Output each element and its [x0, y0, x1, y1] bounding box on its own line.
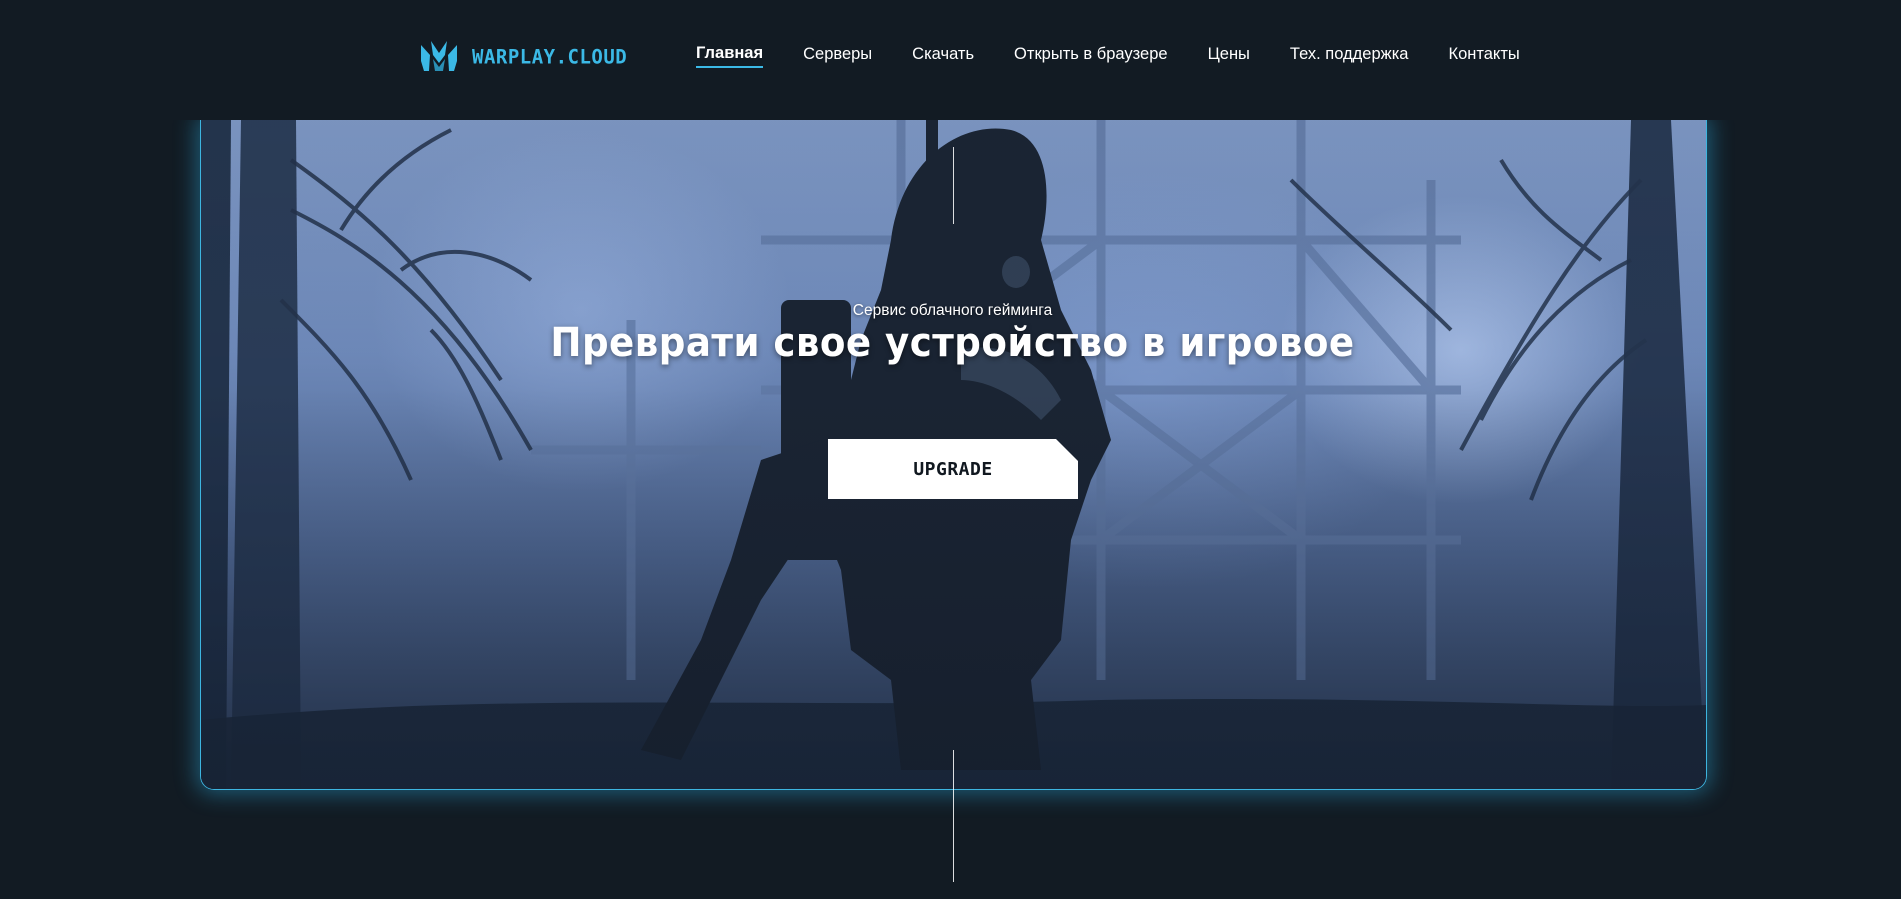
nav-item-open-in-browser[interactable]: Открыть в браузере: [1014, 45, 1168, 67]
nav-item-home[interactable]: Главная: [696, 44, 764, 68]
nav-item-prices[interactable]: Цены: [1208, 45, 1250, 67]
hero-title: Преврати свое устройство в игровое: [550, 320, 1355, 366]
nav-item-servers[interactable]: Серверы: [803, 45, 872, 67]
upgrade-button[interactable]: UPGRADE: [828, 439, 1078, 499]
decorative-line-bottom: [953, 750, 954, 882]
nav-item-support[interactable]: Тех. поддержка: [1290, 45, 1409, 67]
decorative-line-top: [953, 147, 954, 224]
upgrade-button-label: UPGRADE: [913, 458, 993, 480]
nav-item-contacts[interactable]: Контакты: [1448, 45, 1519, 67]
main-nav: Главная Серверы Скачать Открыть в браузе…: [696, 44, 1520, 68]
logo-text: WARPLAY.CLOUD: [472, 45, 628, 69]
hero-subtitle: Сервис облачного гейминга: [852, 302, 1053, 319]
page: WARPLAY.CLOUD Главная Серверы Скачать От…: [0, 0, 1901, 899]
logo-link[interactable]: WARPLAY.CLOUD: [421, 40, 627, 74]
nav-item-download[interactable]: Скачать: [912, 45, 974, 67]
warplay-logo-icon: [421, 41, 457, 73]
site-header: WARPLAY.CLOUD Главная Серверы Скачать От…: [0, 0, 1901, 120]
